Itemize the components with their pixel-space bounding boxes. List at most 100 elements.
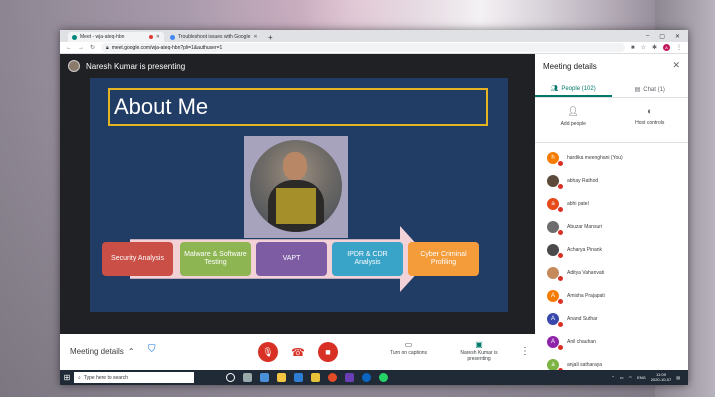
browser-tab-bar: Meet - wja-ateq-hbn ✕ Troubleshoot issue…	[60, 30, 688, 42]
host-controls-icon: ◐	[647, 106, 653, 116]
search-icon: ⌕	[78, 374, 81, 381]
close-tab-icon[interactable]: ✕	[253, 34, 257, 40]
battery-icon[interactable]: ▭	[620, 375, 624, 380]
avatar: A	[547, 312, 564, 328]
participant-name: Amisha Prajapati	[567, 292, 605, 299]
shared-slide: About Me Security Analysis Malware & Sof…	[90, 78, 508, 312]
panel-actions: 👤︎ Add people ◐ Host controls	[535, 104, 688, 140]
monitor-screen: Meet - wja-ateq-hbn ✕ Troubleshoot issue…	[60, 30, 688, 385]
app-icon[interactable]	[345, 373, 354, 382]
host-controls-button[interactable]: ◐ Host controls	[612, 104, 689, 140]
presenter-photo	[244, 136, 348, 238]
list-item[interactable]: Abuzar Mansuri	[535, 215, 688, 238]
app-icon[interactable]	[294, 373, 303, 382]
whatsapp-icon[interactable]	[379, 373, 388, 382]
reload-icon[interactable]: ↻	[90, 44, 95, 51]
participant-name: Abuzar Mansuri	[567, 223, 603, 230]
wifi-icon[interactable]: ◠	[629, 375, 633, 380]
skill-box-ipdr-cdr: IPDR & CDR Analysis	[332, 242, 403, 276]
list-item[interactable]: A Amisha Prajapati	[535, 284, 688, 307]
add-people-button[interactable]: 👤︎ Add people	[535, 104, 612, 140]
more-options-icon[interactable]: ⋮	[520, 346, 530, 357]
host-controls-label: Host controls	[635, 120, 665, 126]
extensions-icon[interactable]: ✱	[652, 44, 657, 51]
tab-troubleshoot[interactable]: Troubleshoot issues with Google ✕	[166, 32, 262, 42]
star-icon[interactable]: ☆	[641, 44, 646, 51]
avatar: a	[547, 197, 564, 213]
tab-title: Meet - wja-ateq-hbn	[80, 34, 125, 40]
file-explorer-icon[interactable]	[277, 373, 286, 382]
forward-icon[interactable]: →	[78, 45, 84, 51]
presentation-stage: Naresh Kumar is presenting About Me Secu…	[60, 54, 535, 362]
close-icon[interactable]: ✕	[672, 60, 680, 71]
tab-meet[interactable]: Meet - wja-ateq-hbn ✕	[68, 32, 164, 42]
taskbar-search-box[interactable]: ⌕ Type here to search	[74, 372, 194, 383]
chrome-icon[interactable]	[328, 373, 337, 382]
participant-name: Anil chauhan	[567, 338, 596, 345]
address-toolbar: ← → ↻ 🔒︎ meet.google.com/wja-ateq-hbn?pl…	[60, 42, 688, 54]
list-item[interactable]: A Anil chauhan	[535, 330, 688, 353]
list-item[interactable]: Acharya Pinank	[535, 238, 688, 261]
list-item[interactable]: A Anand Suthar	[535, 307, 688, 330]
list-item[interactable]: h hardika meenghani (You)	[535, 146, 688, 169]
list-item[interactable]: a anjali satharaya	[535, 353, 688, 370]
skill-box-security-analysis: Security Analysis	[102, 242, 173, 276]
camera-off-button[interactable]: ■	[318, 342, 338, 362]
presenter-avatar	[68, 60, 80, 72]
hang-up-button[interactable]: ☎︎	[288, 342, 308, 362]
back-icon[interactable]: ←	[66, 45, 72, 51]
avatar	[547, 266, 564, 282]
mic-muted-icon	[557, 274, 564, 282]
list-item[interactable]: Aditya Vahanvati	[535, 261, 688, 284]
photo-vest	[276, 188, 316, 224]
app-icon[interactable]	[311, 373, 320, 382]
people-icon: 👥︎	[550, 86, 559, 92]
shield-icon[interactable]: ⛉	[148, 344, 160, 358]
meet-favicon-icon	[72, 34, 77, 40]
photo-circle	[250, 140, 342, 232]
mic-muted-icon	[557, 228, 564, 236]
minimize-button[interactable]: –	[646, 33, 649, 40]
app-icon[interactable]	[260, 373, 269, 382]
chevron-up-icon: ⌃	[127, 347, 135, 356]
new-tab-button[interactable]: +	[264, 33, 277, 42]
mic-muted-icon	[557, 320, 564, 328]
list-item[interactable]: abhay Rathod	[535, 169, 688, 192]
profile-avatar[interactable]: A	[663, 44, 670, 51]
menu-kebab-icon[interactable]: ⋮	[676, 44, 682, 51]
slide-title: About Me	[114, 94, 209, 119]
mic-muted-icon	[557, 182, 564, 190]
avatar: A	[547, 335, 564, 351]
tab-chat-label: Chat (1)	[643, 86, 665, 93]
mic-off-button[interactable]: 🎙︎	[258, 342, 278, 362]
camera-indicator-icon[interactable]: ■	[631, 45, 635, 51]
recording-dot-icon	[148, 35, 153, 39]
tray-arrow-icon[interactable]: ⌃	[611, 375, 614, 380]
list-item[interactable]: a abhi patel	[535, 192, 688, 215]
meeting-details-panel: Meeting details ✕ 👥︎ People (102) ▤ Chat…	[535, 54, 688, 370]
phone-hangup-icon: ☎︎	[291, 346, 305, 359]
edge-icon[interactable]	[362, 373, 371, 382]
windows-start-icon[interactable]: ⊞	[60, 373, 74, 382]
mic-muted-icon	[557, 159, 564, 167]
task-view-icon[interactable]	[243, 373, 252, 382]
close-tab-icon[interactable]: ✕	[156, 34, 160, 40]
maximize-button[interactable]: ▢	[659, 33, 665, 40]
language-indicator[interactable]: ENG	[637, 375, 646, 380]
chat-icon: ▤	[634, 87, 641, 93]
taskbar-search-placeholder: Type here to search	[83, 374, 129, 381]
presenting-button[interactable]: ▣ Naresh Kumar is presenting	[455, 340, 503, 362]
clock[interactable]: 11:09 2020-10-07	[651, 372, 671, 383]
notifications-icon[interactable]: ▤	[676, 375, 680, 380]
close-window-button[interactable]: ✕	[675, 33, 680, 40]
tab-chat[interactable]: ▤ Chat (1)	[612, 82, 689, 97]
captions-icon: ▭	[404, 340, 413, 349]
captions-button[interactable]: ▭ Turn on captions	[390, 340, 427, 356]
tab-people[interactable]: 👥︎ People (102)	[535, 82, 612, 97]
divider	[535, 142, 688, 143]
participant-list: h hardika meenghani (You) abhay Rathod a abh…	[535, 146, 688, 370]
skill-box-vapt: VAPT	[256, 242, 327, 276]
cortana-icon[interactable]	[226, 373, 235, 382]
url-bar[interactable]: 🔒︎ meet.google.com/wja-ateq-hbn?pli=1&au…	[101, 43, 625, 52]
meeting-details-button[interactable]: Meeting details ⌃	[70, 347, 135, 356]
